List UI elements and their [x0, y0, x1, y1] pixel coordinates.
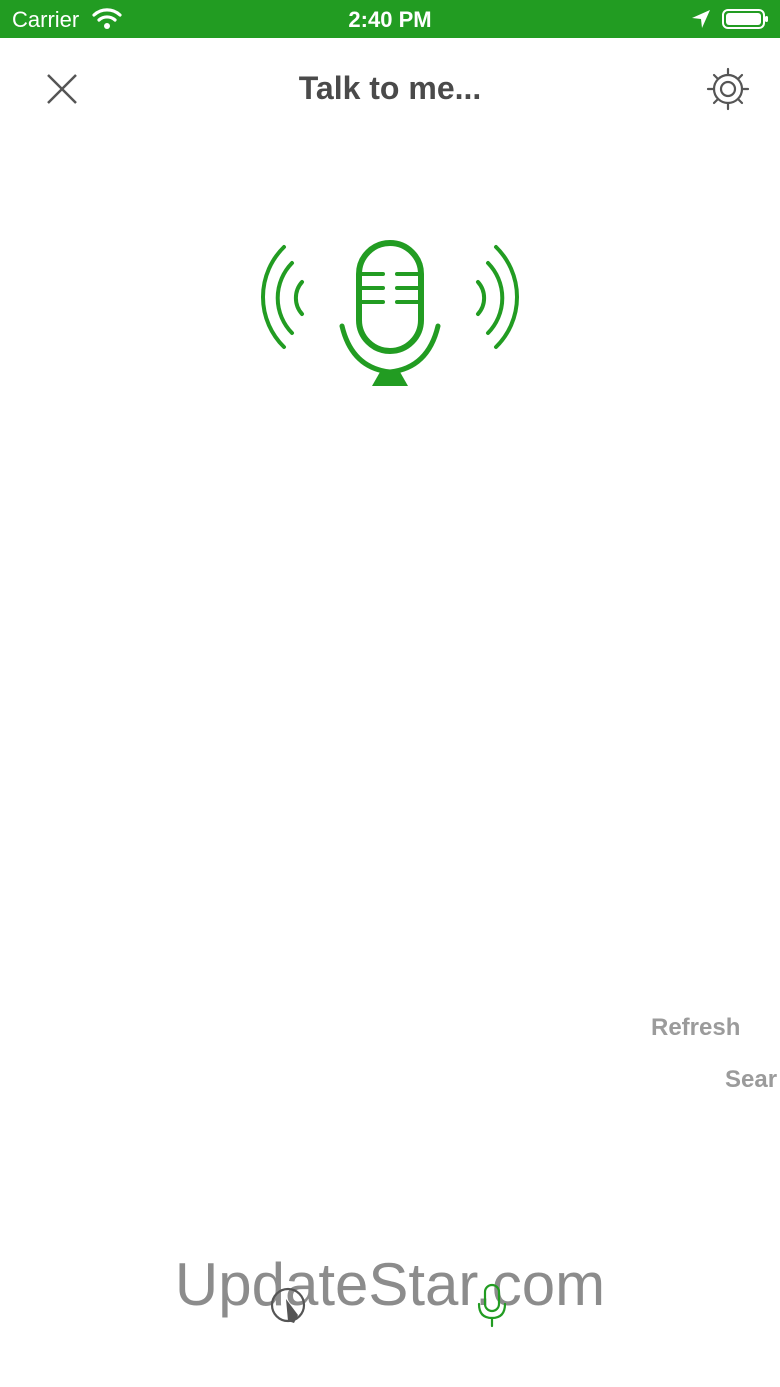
refresh-link[interactable]: Refresh	[651, 1014, 740, 1042]
tab-touch[interactable]	[268, 1285, 312, 1329]
settings-button[interactable]	[704, 65, 752, 113]
battery-icon	[722, 9, 768, 29]
page-title: Talk to me...	[298, 70, 482, 106]
microphone-sound-waves-icon	[260, 240, 520, 386]
search-link[interactable]: Sear	[725, 1066, 777, 1094]
status-bar: Carrier 2:40 PM	[0, 0, 780, 38]
watermark-text: UpdateStar.com	[174, 1251, 606, 1318]
tab-voice[interactable]	[470, 1282, 514, 1330]
location-arrow-icon	[692, 10, 710, 28]
settings-gear-icon	[706, 67, 750, 111]
touch-gesture-icon	[270, 1287, 306, 1323]
microphone-icon	[477, 1283, 507, 1328]
status-time: 2:40 PM	[348, 7, 432, 32]
